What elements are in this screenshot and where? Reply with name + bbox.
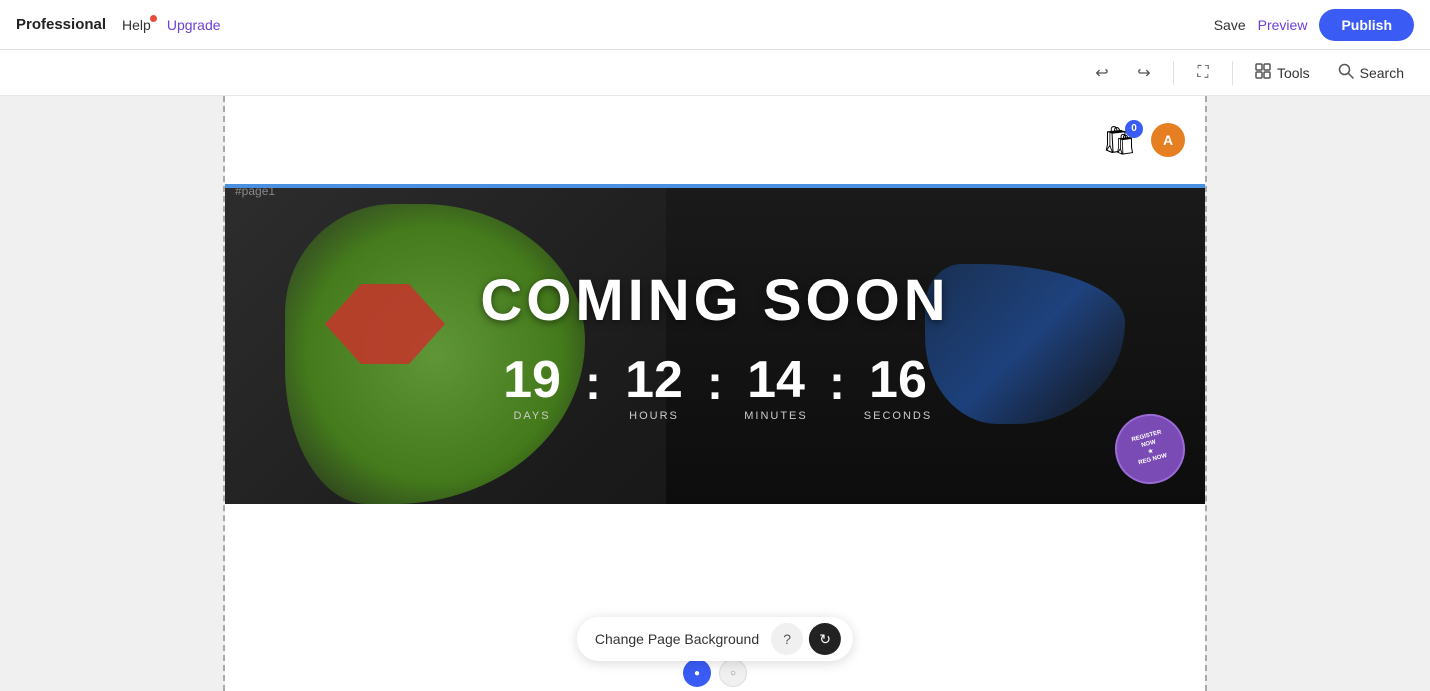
- countdown-minutes: 14 MINUTES: [731, 354, 821, 422]
- change-bg-label: Change Page Background: [589, 631, 765, 647]
- countdown-row: 19 DAYS : 12 HOURS : 14 MINUTES :: [487, 354, 943, 422]
- tools-label: Tools: [1277, 65, 1310, 81]
- compress-button[interactable]: ⛶: [1186, 56, 1220, 90]
- cart-badge: 0: [1125, 120, 1143, 138]
- coming-soon-title: COMING SOON: [480, 267, 949, 334]
- topbar-left: Professional Help Upgrade: [16, 16, 221, 33]
- redo-button[interactable]: ↪: [1127, 56, 1161, 90]
- nav-dot-inactive[interactable]: ○: [719, 659, 747, 687]
- left-gutter: [0, 96, 225, 691]
- help-menu[interactable]: Help: [122, 17, 151, 33]
- compress-icon: ⛶: [1197, 64, 1208, 82]
- save-button[interactable]: Save: [1214, 17, 1246, 33]
- countdown-seconds: 16 SECONDS: [853, 354, 943, 422]
- toolbar-divider-2: [1232, 61, 1233, 85]
- undo-button[interactable]: ↩: [1085, 56, 1119, 90]
- days-value: 19: [503, 354, 561, 406]
- page-header: 🛍 0 A: [225, 96, 1205, 184]
- editor-toolbar: ↩ ↪ ⛶ Tools Search: [0, 50, 1430, 96]
- canvas-area: 🛍 0 A #page1 COMING SOON 19 DAYS: [0, 96, 1430, 691]
- search-button[interactable]: Search: [1328, 57, 1414, 88]
- main-canvas: 🛍 0 A #page1 COMING SOON 19 DAYS: [225, 96, 1205, 691]
- refresh-icon: ↻: [819, 631, 831, 648]
- days-label: DAYS: [513, 410, 550, 422]
- preview-button[interactable]: Preview: [1258, 17, 1308, 33]
- topbar: Professional Help Upgrade Save Preview P…: [0, 0, 1430, 50]
- help-button[interactable]: ?: [771, 623, 803, 655]
- brand-label: Professional: [16, 16, 106, 33]
- seconds-label: SECONDS: [864, 410, 932, 422]
- help-notification-dot: [150, 15, 157, 22]
- search-icon: [1338, 63, 1354, 82]
- tools-button[interactable]: Tools: [1245, 57, 1320, 88]
- tools-icon: [1255, 63, 1271, 82]
- colon-1: :: [577, 354, 609, 411]
- right-gutter: [1205, 96, 1430, 691]
- publish-button[interactable]: Publish: [1319, 9, 1414, 41]
- hours-value: 12: [625, 354, 683, 406]
- avatar[interactable]: A: [1151, 123, 1185, 157]
- colon-2: :: [699, 354, 731, 411]
- countdown-days: 19 DAYS: [487, 354, 577, 422]
- countdown-hours: 12 HOURS: [609, 354, 699, 422]
- undo-icon: ↩: [1095, 63, 1108, 83]
- minutes-value: 14: [747, 354, 805, 406]
- page-label: #page1: [235, 184, 275, 198]
- upgrade-link[interactable]: Upgrade: [167, 17, 221, 33]
- refresh-button[interactable]: ↻: [809, 623, 841, 655]
- hours-label: HOURS: [629, 410, 679, 422]
- toolbar-divider: [1173, 61, 1174, 85]
- nav-dot-active[interactable]: ●: [683, 659, 711, 687]
- countdown-section[interactable]: COMING SOON 19 DAYS : 12 HOURS : 14 MINU…: [225, 184, 1205, 504]
- bottom-toolbar: Change Page Background ? ↻: [577, 617, 853, 661]
- redo-icon: ↪: [1137, 63, 1150, 83]
- search-label: Search: [1360, 65, 1404, 81]
- topbar-right: Save Preview Publish: [1214, 9, 1414, 41]
- minutes-label: MINUTES: [744, 410, 808, 422]
- seconds-value: 16: [869, 354, 927, 406]
- help-icon: ?: [783, 631, 791, 647]
- colon-3: :: [821, 354, 853, 411]
- cart-icon-wrap[interactable]: 🛍 0: [1101, 124, 1137, 157]
- countdown-background: COMING SOON 19 DAYS : 12 HOURS : 14 MINU…: [225, 184, 1205, 504]
